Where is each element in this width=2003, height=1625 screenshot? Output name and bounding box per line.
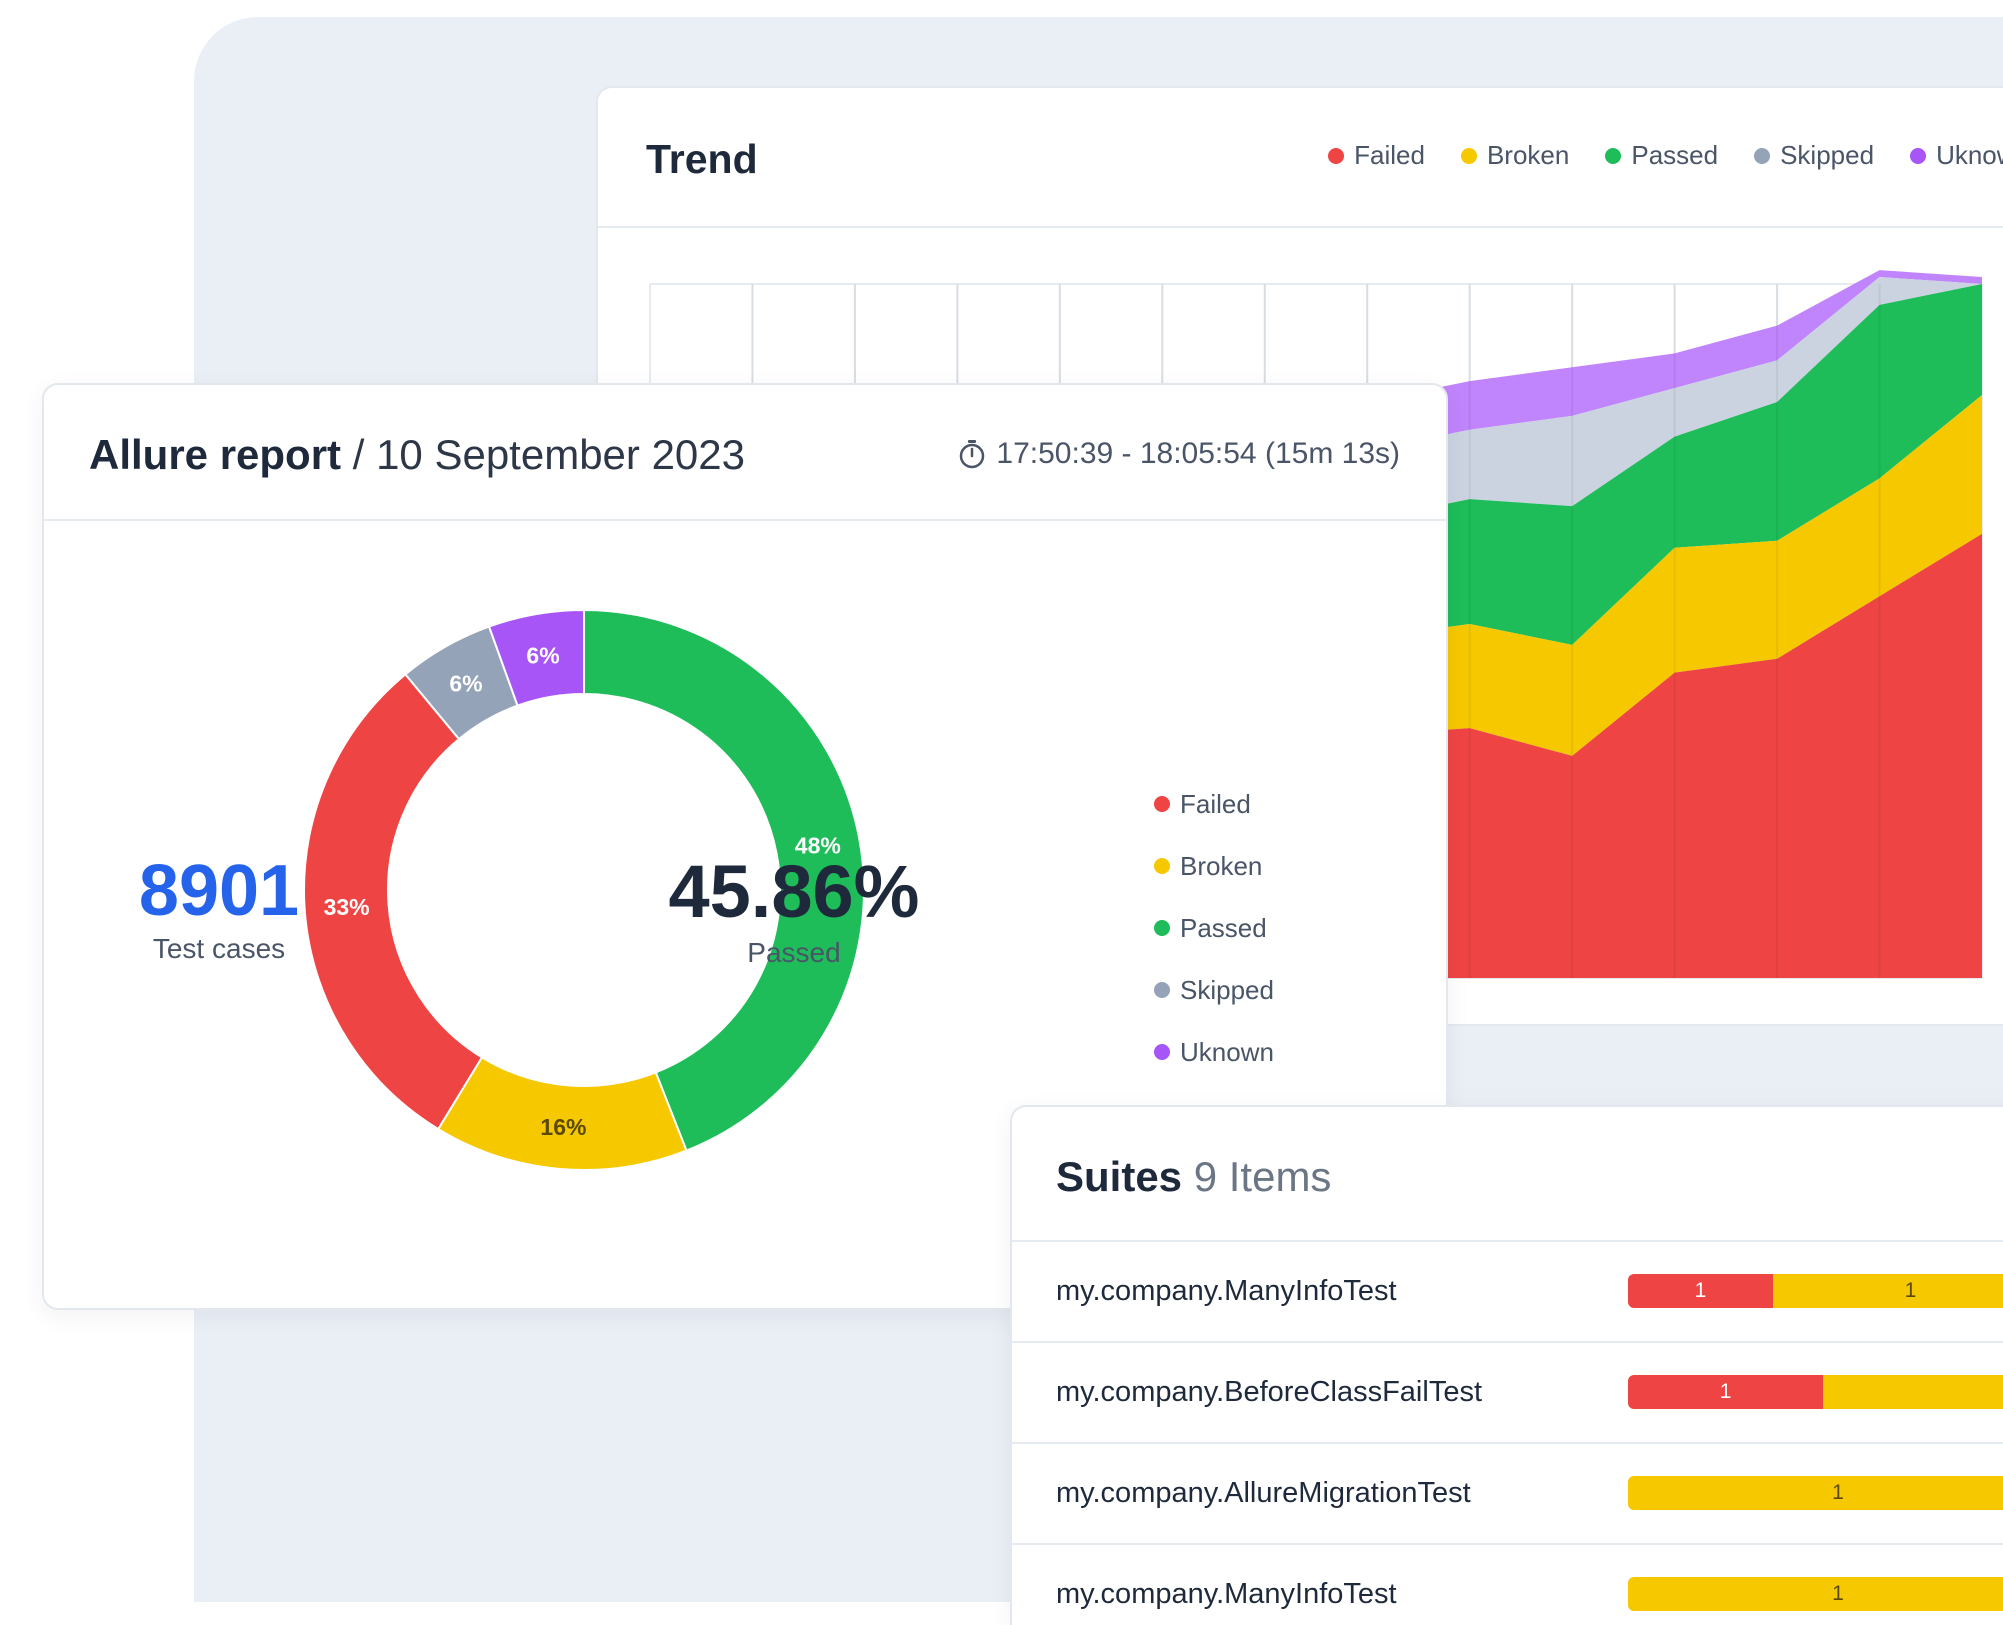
passed-dot-icon bbox=[1154, 920, 1170, 936]
skipped-dot-icon bbox=[1154, 982, 1170, 998]
trend-legend-unknown[interactable]: Uknown bbox=[1910, 140, 2003, 171]
donut-legend-passed[interactable]: Passed bbox=[1154, 897, 1274, 959]
trend-legend-label: Broken bbox=[1486, 140, 1570, 170]
donut-slice-label: 16% bbox=[540, 1114, 586, 1140]
total-tests: 8901 Test cases bbox=[134, 855, 304, 965]
passed-label: Passed bbox=[747, 937, 841, 968]
suite-name: my.company.ManyInfoTest bbox=[1056, 1578, 1397, 1610]
donut-legend-label: Passed bbox=[1180, 912, 1267, 943]
failed-dot-icon bbox=[1154, 796, 1170, 812]
donut-legend: Failed Broken Passed Skipped Uknown bbox=[1154, 773, 1274, 1083]
trend-legend-label: Failed bbox=[1354, 140, 1425, 170]
suite-status-bar[interactable]: 1 bbox=[1628, 1476, 2003, 1510]
suite-status-bar[interactable]: 1 bbox=[1628, 1375, 2003, 1409]
trend-title: Trend bbox=[646, 136, 758, 182]
unknown-dot-icon bbox=[1154, 1044, 1170, 1060]
donut-center: 45.86% Passed bbox=[604, 855, 984, 969]
trend-legend-failed[interactable]: Failed bbox=[1328, 140, 1425, 171]
suites-label: Suites bbox=[1056, 1153, 1183, 1200]
trend-legend-label: Passed bbox=[1631, 140, 1719, 170]
passed-dot-icon bbox=[1605, 147, 1622, 164]
passed-percent: 45.86% bbox=[668, 850, 920, 933]
donut-legend-label: Skipped bbox=[1180, 974, 1274, 1005]
suite-bar-segment-broken bbox=[1823, 1375, 2003, 1409]
suite-status-bar[interactable]: 11 bbox=[1628, 1274, 2003, 1308]
suite-name: my.company.AllureMigrationTest bbox=[1056, 1477, 1471, 1509]
suite-row[interactable]: my.company.BeforeClassFailTest 1 bbox=[1012, 1343, 2003, 1444]
donut-legend-unknown[interactable]: Uknown bbox=[1154, 1021, 1274, 1083]
donut-slice-label: 33% bbox=[324, 894, 370, 920]
suite-bar-segment-failed: 1 bbox=[1628, 1375, 1824, 1409]
suite-bar-segment-broken: 1 bbox=[1628, 1476, 2003, 1510]
suite-bar-segment-failed: 1 bbox=[1628, 1274, 1773, 1308]
suites-list: my.company.ManyInfoTest 1 1 my.company.Befo… bbox=[1012, 1242, 2003, 1625]
total-label: Test cases bbox=[152, 933, 286, 964]
suites-title: Suites 9 Items bbox=[1056, 1153, 1331, 1201]
donut-slice-label: 6% bbox=[526, 643, 559, 669]
suites-header: Suites 9 Items bbox=[1012, 1107, 2003, 1242]
suites-count: 9 Items bbox=[1193, 1153, 1332, 1200]
suite-bar-segment-broken: 1 bbox=[1628, 1577, 2003, 1611]
donut-legend-broken[interactable]: Broken bbox=[1154, 835, 1274, 897]
donut-slice-label: 6% bbox=[449, 670, 482, 696]
suite-name: my.company.BeforeClassFailTest bbox=[1056, 1376, 1483, 1408]
suite-row[interactable]: my.company.AllureMigrationTest 1 bbox=[1012, 1444, 2003, 1545]
donut-legend-failed[interactable]: Failed bbox=[1154, 773, 1274, 835]
total-count: 8901 bbox=[138, 851, 300, 931]
trend-header: Trend Failed Broken Passed Skipped Uknow… bbox=[598, 88, 2003, 228]
trend-legend-label: Uknown bbox=[1936, 140, 2003, 170]
trend-legend: Failed Broken Passed Skipped Uknown bbox=[1328, 140, 2003, 171]
broken-dot-icon bbox=[1154, 858, 1170, 874]
unknown-dot-icon bbox=[1910, 147, 1927, 164]
suite-row[interactable]: my.company.ManyInfoTest 1 1 bbox=[1012, 1242, 2003, 1343]
suite-status-bar[interactable]: 1 bbox=[1628, 1577, 2003, 1611]
suite-name: my.company.ManyInfoTest bbox=[1056, 1275, 1397, 1307]
trend-legend-passed[interactable]: Passed bbox=[1605, 140, 1718, 171]
trend-legend-skipped[interactable]: Skipped bbox=[1754, 140, 1874, 171]
suite-row[interactable]: my.company.ManyInfoTest 1 bbox=[1012, 1545, 2003, 1625]
trend-legend-broken[interactable]: Broken bbox=[1460, 140, 1570, 171]
donut-legend-label: Broken bbox=[1180, 850, 1263, 881]
failed-dot-icon bbox=[1328, 147, 1345, 164]
broken-dot-icon bbox=[1460, 147, 1477, 164]
donut-legend-label: Failed bbox=[1180, 788, 1251, 819]
donut-legend-skipped[interactable]: Skipped bbox=[1154, 959, 1274, 1021]
trend-legend-label: Skipped bbox=[1780, 140, 1875, 170]
suites-card: Suites 9 Items my.company.ManyInfoTest 1 1… bbox=[1010, 1105, 2003, 1625]
donut-legend-label: Uknown bbox=[1180, 1036, 1274, 1067]
suite-bar-segment-broken: 1 bbox=[1772, 1274, 2003, 1308]
skipped-dot-icon bbox=[1754, 147, 1771, 164]
